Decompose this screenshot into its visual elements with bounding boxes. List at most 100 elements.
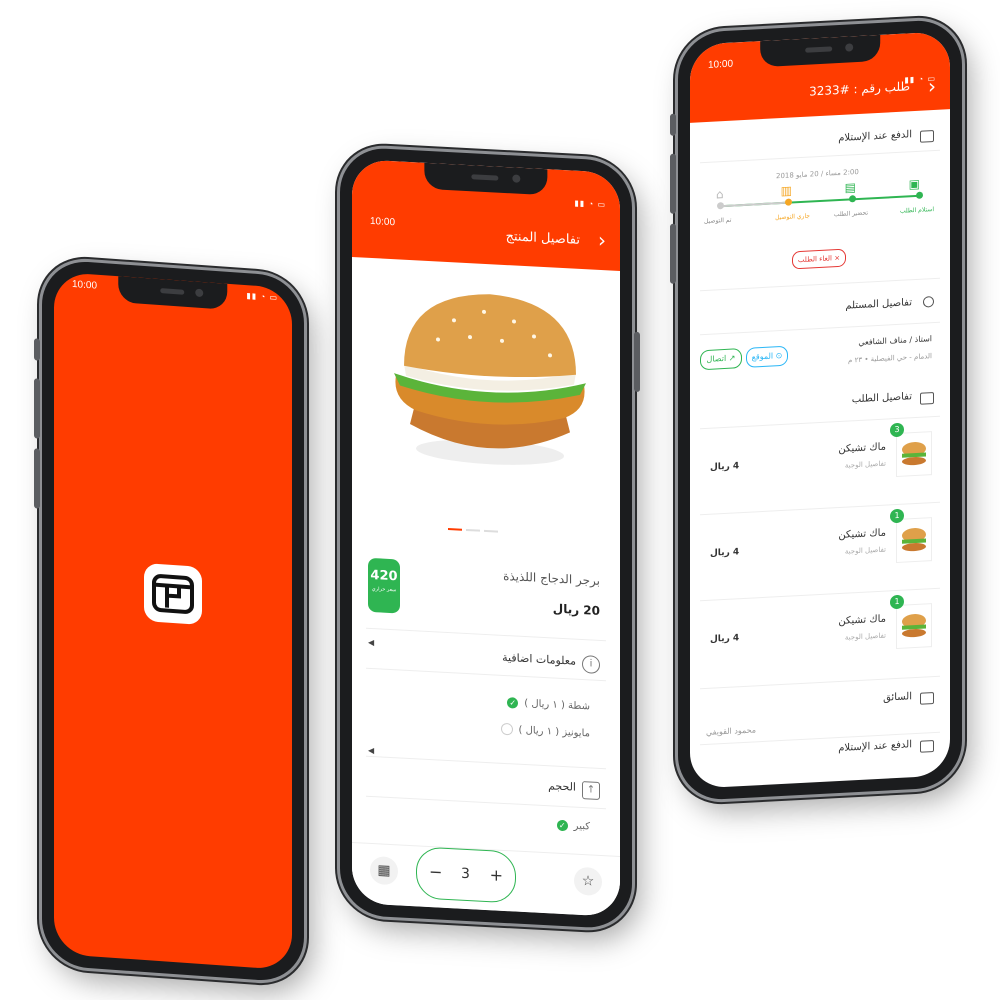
calories-value: 420 <box>370 567 398 585</box>
divider <box>700 277 940 292</box>
status-time: 10:00 <box>72 278 98 292</box>
signal-wifi-battery-icon: ▮▮ ◔ ▭ <box>904 73 936 85</box>
signal-wifi-battery-icon: ▮▮ ◔ ▭ <box>246 291 278 303</box>
item-name: ماك تشيكن <box>838 613 886 628</box>
order-received-icon: ▣ <box>908 176 920 192</box>
collapse-caret-icon[interactable]: ◀ <box>368 746 374 755</box>
phone-splash: 10:00 ▮▮ ◔ ▭ <box>34 258 304 984</box>
extra-option-hot-sauce[interactable]: شطة ( ١ ريال ) ✓ <box>507 697 590 712</box>
cancel-order-button[interactable]: × الغاء الطلب <box>792 248 846 270</box>
step-dot <box>849 195 856 203</box>
extra-option-mayo[interactable]: مايونيز ( ١ ريال ) <box>500 722 591 740</box>
divider <box>700 321 940 336</box>
kitchen-icon: ▤ <box>844 180 856 195</box>
quantity-stepper[interactable]: − 3 + <box>416 846 516 904</box>
step-label: استلام الطلب <box>899 206 934 215</box>
driver-title: السائق <box>883 691 912 704</box>
call-label: اتصال <box>706 353 727 364</box>
burger-thumbnail <box>896 517 932 564</box>
size-title: الحجم <box>548 779 576 794</box>
order-date: 2:00 مساء / 20 مايو 2018 <box>776 167 859 181</box>
item-price: 4 ريال <box>710 547 740 559</box>
step-dot <box>916 191 923 199</box>
order-screen: 10:00 ▮▮ ◔ ▭ طلب رقم : #3233 › الدفع عند… <box>690 31 950 789</box>
delivery-truck-icon: ▥ <box>780 183 792 199</box>
cancel-label: الغاء الطلب <box>797 254 833 265</box>
item-meal-details: تفاصيل الوجبة <box>844 631 886 642</box>
app-bar: 10:00 ▮▮ ◔ ▭ طلب رقم : #3233 › <box>690 31 950 123</box>
volume-down-button <box>670 223 676 284</box>
order-list-icon <box>920 392 934 405</box>
page-title: طلب رقم : #3233 <box>809 79 910 99</box>
divider <box>366 795 606 810</box>
item-name: ماك تشيكن <box>838 441 886 456</box>
payment-footer: الدفع عند الإستلام <box>838 739 912 755</box>
calories-unit: سعر حراري <box>371 586 397 594</box>
step-label: تم التوصيل <box>704 216 732 226</box>
minus-button[interactable]: − <box>429 862 442 882</box>
order-item[interactable]: 3 ماك تشيكن تفاصيل الوجبة 4 ريال <box>700 415 940 516</box>
divider <box>700 149 940 164</box>
item-price: 4 ريال <box>710 633 740 645</box>
option-label: مايونيز ( ١ ريال ) <box>518 724 591 739</box>
order-item[interactable]: 1 ماك تشيكن تفاصيل الوجبة 4 ريال <box>700 587 940 688</box>
burger-thumbnail <box>896 603 932 650</box>
power-button <box>634 331 640 393</box>
payment-card-icon <box>920 130 934 143</box>
product-price: 20 ريال <box>552 601 600 618</box>
product-screen: 10:00 ▮▮ ◔ ▭ تفاصيل المنتج › 420 سعر حرا… <box>352 158 620 918</box>
divider <box>366 627 606 642</box>
checked-icon[interactable]: ✓ <box>507 697 519 709</box>
product-name: برجر الدجاج اللذيذة <box>503 568 600 588</box>
mute-switch <box>670 113 676 136</box>
call-button[interactable]: ↗ اتصال <box>700 348 742 371</box>
favorite-star-icon[interactable]: ☆ <box>574 866 602 897</box>
phone-product-details: 10:00 ▮▮ ◔ ▭ تفاصيل المنتج › 420 سعر حرا… <box>340 146 640 930</box>
status-time: 10:00 <box>708 58 734 71</box>
add-to-cart-grid-icon[interactable]: ▦ <box>370 855 398 886</box>
volume-up-button <box>34 378 40 439</box>
item-meal-details: تفاصيل الوجبة <box>844 545 886 556</box>
order-progress-track <box>717 191 923 210</box>
recipient-title: تفاصيل المستلم <box>845 297 912 312</box>
calories-badge: 420 سعر حراري <box>368 557 400 614</box>
size-option-large[interactable]: كبير ✓ <box>556 819 590 833</box>
collapse-caret-icon[interactable]: ◀ <box>368 638 374 647</box>
payment-card-icon <box>920 740 934 753</box>
step-dot-pending <box>717 202 724 210</box>
location-button[interactable]: ⊙ الموقع <box>746 345 788 368</box>
order-details-title: تفاصيل الطلب <box>851 391 912 406</box>
volume-down-button <box>34 448 40 509</box>
size-box-icon: ↑ <box>582 781 600 800</box>
plus-button[interactable]: + <box>490 865 503 885</box>
page-title: تفاصيل المنتج <box>505 229 580 248</box>
unchecked-icon[interactable] <box>500 722 513 736</box>
burger-image <box>394 294 586 465</box>
delivery-truck-icon <box>920 692 934 705</box>
signal-wifi-battery-icon: ▮▮ ◔ ▭ <box>574 198 606 210</box>
recipient-address: الدمام - حي الفيصلية • ٢٣ م <box>848 352 932 365</box>
phone-order-details: 10:00 ▮▮ ◔ ▭ طلب رقم : #3233 › الدفع عند… <box>670 18 962 802</box>
option-label: شطة ( ١ ريال ) <box>524 698 590 713</box>
quantity-value: 3 <box>461 865 470 883</box>
item-meal-details: تفاصيل الوجبة <box>844 459 886 470</box>
step-dot-current <box>785 198 792 206</box>
checked-icon[interactable]: ✓ <box>556 819 568 832</box>
carousel-indicator[interactable] <box>448 528 498 533</box>
burger-thumbnail <box>896 431 932 478</box>
item-price: 4 ريال <box>710 461 740 473</box>
info-icon: i <box>582 655 600 674</box>
divider <box>366 755 606 770</box>
back-chevron-icon[interactable]: › <box>598 228 606 252</box>
payment-method-title: الدفع عند الإستلام <box>838 129 912 145</box>
store-icon <box>144 562 202 625</box>
splash-screen: 10:00 ▮▮ ◔ ▭ <box>54 271 292 971</box>
step-label: تحضير الطلب <box>833 209 868 219</box>
volume-up-button <box>670 153 676 214</box>
location-label: الموقع <box>751 351 774 362</box>
order-item[interactable]: 1 ماك تشيكن تفاصيل الوجبة 4 ريال <box>700 501 940 602</box>
bottom-action-bar: ▦ − 3 + ☆ <box>352 841 620 918</box>
app-bar: 10:00 ▮▮ ◔ ▭ تفاصيل المنتج › <box>352 158 620 272</box>
option-label: كبير <box>573 820 590 833</box>
mute-switch <box>34 338 40 361</box>
